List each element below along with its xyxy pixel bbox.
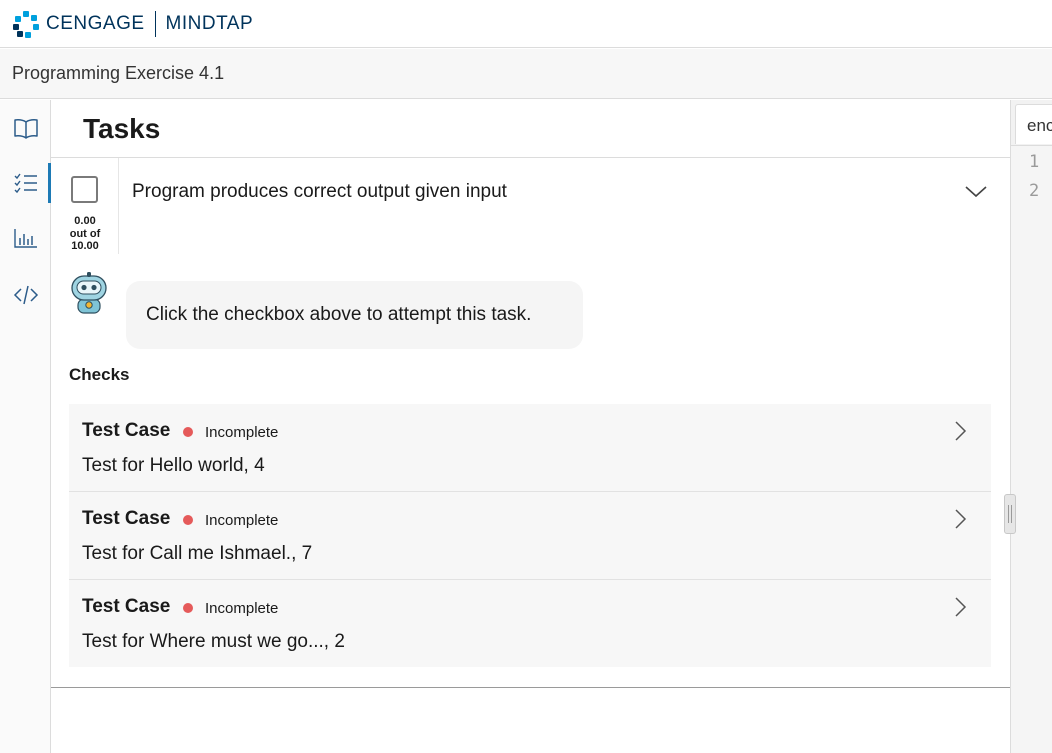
chevron-right-icon[interactable] — [952, 508, 968, 530]
brand-separator — [154, 10, 156, 37]
bar-chart-icon — [13, 229, 37, 248]
status-dot-icon — [183, 427, 193, 437]
line-number: 1 — [1029, 152, 1040, 172]
check-title: Test Case — [82, 420, 171, 441]
book-icon — [13, 119, 38, 139]
task-score: 0.00 out of 10.00 — [63, 215, 107, 253]
tasks-heading: Tasks — [83, 112, 161, 144]
task-score-out-of: out of — [69, 227, 101, 240]
brand-company-name: CENGAGE — [46, 12, 145, 34]
check-status: Incomplete — [205, 424, 279, 441]
panel-resize-handle[interactable] — [1004, 494, 1016, 534]
task-divider — [118, 158, 119, 254]
check-description: Test for Where must we go..., 2 — [82, 631, 345, 652]
check-title: Test Case — [82, 508, 171, 529]
check-item[interactable]: Test Case Incomplete Test for Call me Is… — [69, 492, 991, 580]
brand-product-name: MINDTAP — [165, 12, 254, 34]
robot-assistant-icon — [71, 272, 107, 314]
chevron-right-icon[interactable] — [952, 596, 968, 618]
check-description: Test for Hello world, 4 — [82, 455, 265, 476]
checklist-icon — [14, 173, 37, 194]
check-title: Test Case — [82, 596, 171, 617]
sidebar-item-tasks[interactable] — [0, 163, 51, 203]
cengage-logo-icon — [12, 10, 40, 38]
status-dot-icon — [183, 603, 193, 613]
sidebar-item-code[interactable] — [0, 275, 51, 315]
check-status: Incomplete — [205, 600, 279, 617]
tasks-panel: Tasks 0.00 out of 10.00 Program produces… — [51, 100, 1010, 753]
brand-header: CENGAGE MINDTAP — [0, 0, 1052, 48]
exercise-title-bar: Programming Exercise 4.1 — [0, 49, 1052, 99]
task-score-value: 0.00 — [74, 215, 96, 227]
page-title: Programming Exercise 4.1 — [12, 63, 225, 83]
task-label: Program produces correct output given in… — [132, 181, 507, 202]
sidebar-item-grades[interactable] — [0, 218, 51, 258]
checks-heading: Checks — [69, 365, 130, 384]
check-item[interactable]: Test Case Incomplete Test for Hello worl… — [69, 404, 991, 492]
tasks-bottom-divider — [51, 687, 1010, 688]
tasks-header: Tasks — [51, 100, 1010, 158]
check-status: Incomplete — [205, 512, 279, 529]
task-row: 0.00 out of 10.00 Program produces corre… — [51, 158, 1010, 258]
check-item[interactable]: Test Case Incomplete Test for Where must… — [69, 580, 991, 667]
code-editor: enc 1 2 — [1010, 100, 1052, 753]
editor-gutter: 1 2 — [1011, 145, 1052, 753]
sidebar — [0, 100, 51, 753]
code-icon — [13, 285, 38, 305]
task-checkbox[interactable] — [71, 176, 98, 203]
status-dot-icon — [183, 515, 193, 525]
chevron-right-icon[interactable] — [952, 420, 968, 442]
chevron-down-icon[interactable] — [964, 182, 988, 200]
check-description: Test for Call me Ishmael., 7 — [82, 543, 313, 564]
task-score-total: 10.00 — [71, 240, 99, 252]
editor-file-tab[interactable]: enc — [1015, 104, 1052, 144]
sidebar-item-instructions[interactable] — [0, 108, 51, 148]
checks-list: Test Case Incomplete Test for Hello worl… — [69, 404, 991, 667]
line-number: 2 — [1029, 181, 1040, 201]
assistant-message: Click the checkbox above to attempt this… — [126, 281, 583, 349]
